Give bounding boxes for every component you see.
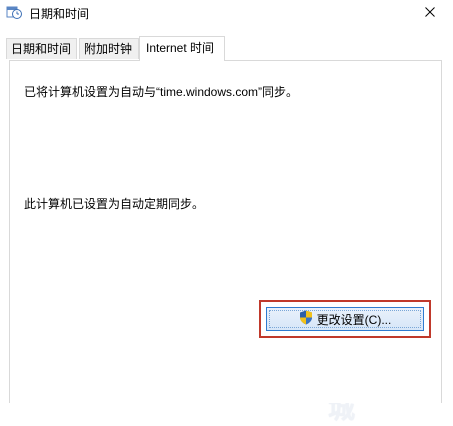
schedule-status-text: 此计算机已设置为自动定期同步。 bbox=[24, 197, 205, 211]
tab-internet-time[interactable]: Internet 时间 bbox=[139, 36, 225, 61]
window-title: 日期和时间 bbox=[29, 7, 90, 21]
title-bar: 日期和时间 bbox=[0, 0, 453, 26]
tab-date-time[interactable]: 日期和时间 bbox=[6, 38, 77, 59]
internet-time-panel: 已将计算机设置为自动与“time.windows.com”同步。 此计算机已设置… bbox=[9, 60, 442, 403]
change-settings-label: 更改设置(C)... bbox=[316, 312, 392, 327]
tab-strip: 日期和时间 附加时钟 Internet 时间 bbox=[0, 36, 453, 61]
change-settings-button[interactable]: 更改设置(C)... bbox=[266, 307, 424, 331]
close-icon bbox=[425, 6, 435, 20]
clock-calendar-icon bbox=[6, 4, 22, 20]
close-button[interactable] bbox=[407, 0, 453, 26]
sync-status-text: 已将计算机设置为自动与“time.windows.com”同步。 bbox=[24, 85, 299, 99]
tab-additional-clocks[interactable]: 附加时钟 bbox=[79, 38, 139, 59]
uac-shield-icon bbox=[299, 310, 313, 328]
